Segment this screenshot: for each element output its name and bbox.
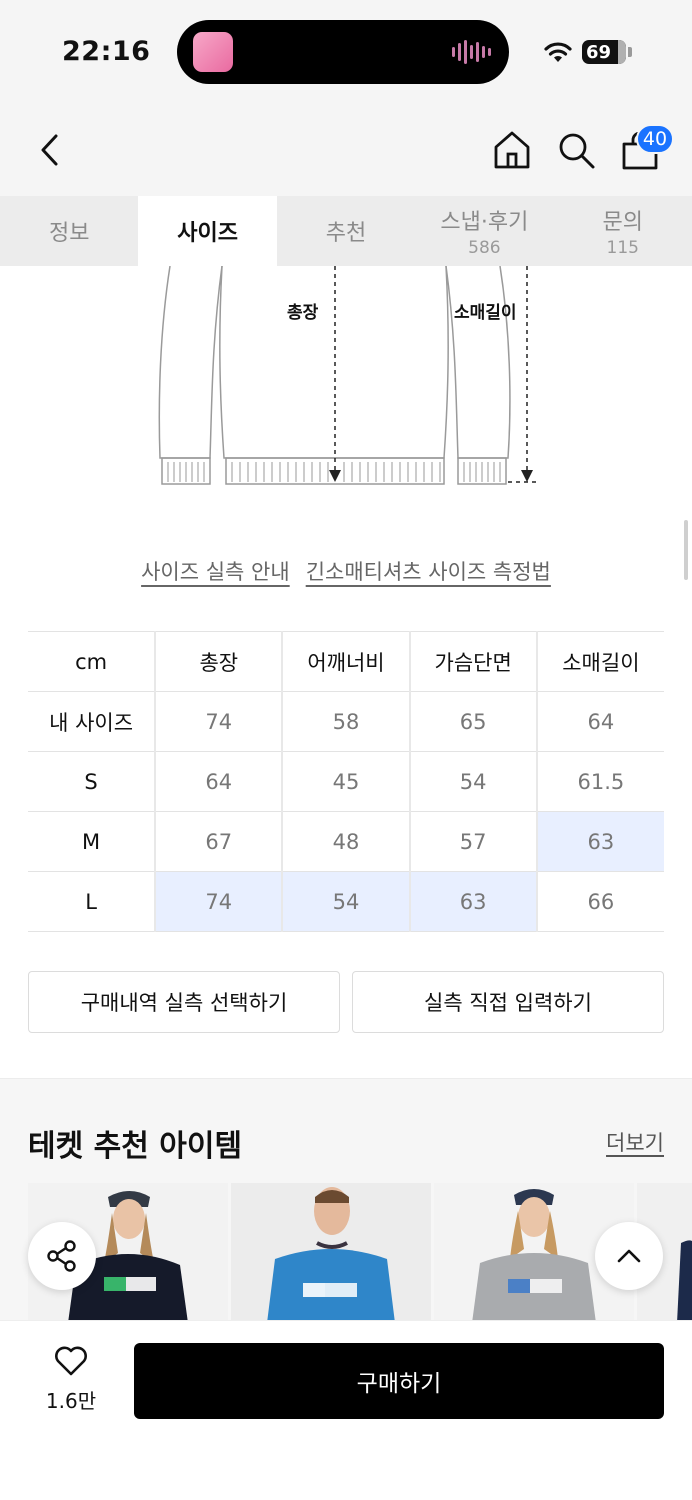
like-count: 1.6만 bbox=[45, 1389, 97, 1413]
back-icon[interactable] bbox=[36, 132, 66, 168]
table-cell-highlighted: 74 bbox=[154, 871, 283, 932]
table-cell: 61.5 bbox=[535, 751, 664, 812]
recommend-title: 테켓 추천 아이템 bbox=[28, 1129, 243, 1164]
measure-method-link[interactable]: 긴소매티셔츠 사이즈 측정법 bbox=[306, 556, 551, 586]
table-cell: 58 bbox=[281, 691, 410, 752]
audio-wave-icon bbox=[452, 40, 491, 64]
cart-count-badge: 40 bbox=[636, 124, 674, 154]
size-guide-link[interactable]: 사이즈 실측 안내 bbox=[141, 556, 290, 586]
table-row: M 67 48 57 63 bbox=[28, 811, 664, 872]
status-bar: 22:16 69 bbox=[0, 0, 692, 104]
row-label: M bbox=[28, 811, 156, 872]
tab-label: 추천 bbox=[325, 221, 367, 246]
product-image-blue-tee bbox=[267, 1187, 395, 1323]
row-label: L bbox=[28, 871, 156, 932]
app-icon bbox=[193, 32, 233, 72]
tab-bar: 정보 사이즈 추천 스냅·후기 586 문의 115 bbox=[0, 196, 692, 266]
battery-level: 69 bbox=[586, 41, 612, 63]
top-nav bbox=[0, 104, 692, 196]
tab-snap-review[interactable]: 스냅·후기 586 bbox=[415, 196, 553, 266]
table-row: 내 사이즈 74 58 65 64 bbox=[28, 691, 664, 752]
table-cell-highlighted: 63 bbox=[408, 871, 537, 932]
manual-measure-input-button[interactable]: 실측 직접 입력하기 bbox=[352, 971, 664, 1033]
table-cell-highlighted: 63 bbox=[535, 811, 664, 872]
purchase-history-measure-button[interactable]: 구매내역 실측 선택하기 bbox=[28, 971, 340, 1033]
table-cell-highlighted: 54 bbox=[281, 871, 410, 932]
table-header: 가슴단면 bbox=[408, 631, 537, 692]
tab-label: 스냅·후기 bbox=[440, 210, 529, 235]
sweatshirt-illustration bbox=[158, 265, 538, 485]
chevron-up-icon bbox=[617, 1249, 641, 1263]
table-cell: 74 bbox=[154, 691, 283, 752]
tab-label: 정보 bbox=[48, 221, 90, 246]
tab-label: 사이즈 bbox=[177, 221, 238, 246]
table-cell: 66 bbox=[535, 871, 664, 932]
share-button[interactable] bbox=[28, 1222, 96, 1290]
tab-label: 문의 bbox=[602, 210, 643, 235]
search-icon[interactable] bbox=[556, 130, 596, 170]
table-cell: 48 bbox=[281, 811, 410, 872]
table-cell: 54 bbox=[408, 751, 537, 812]
scroll-top-button[interactable] bbox=[595, 1222, 663, 1290]
status-time: 22:16 bbox=[62, 36, 151, 67]
row-label: S bbox=[28, 751, 156, 812]
heart-icon bbox=[55, 1346, 87, 1376]
size-diagram: 총장 소매길이 bbox=[0, 265, 692, 506]
table-cell: 45 bbox=[281, 751, 410, 812]
size-guide-links: 사이즈 실측 안내 긴소매티셔츠 사이즈 측정법 bbox=[0, 556, 692, 586]
row-label: 내 사이즈 bbox=[28, 691, 156, 752]
table-row: L 74 54 63 66 bbox=[28, 871, 664, 932]
dynamic-island bbox=[177, 20, 509, 84]
home-icon[interactable] bbox=[492, 130, 532, 170]
battery-indicator: 69 bbox=[582, 40, 632, 64]
table-header: 총장 bbox=[154, 631, 283, 692]
table-cell: 65 bbox=[408, 691, 537, 752]
sleeve-length-label: 소매길이 bbox=[454, 303, 517, 323]
table-cell: 64 bbox=[154, 751, 283, 812]
table-cell: 64 bbox=[535, 691, 664, 752]
table-header: 소매길이 bbox=[535, 631, 664, 692]
table-cell: 67 bbox=[154, 811, 283, 872]
tab-inquiry[interactable]: 문의 115 bbox=[554, 196, 692, 266]
table-cell: 57 bbox=[408, 811, 537, 872]
tab-recommend[interactable]: 추천 bbox=[277, 196, 415, 266]
length-label: 총장 bbox=[287, 303, 319, 323]
table-header: cm bbox=[28, 631, 156, 692]
table-header: 어깨너비 bbox=[281, 631, 410, 692]
measure-buttons: 구매내역 실측 선택하기 실측 직접 입력하기 bbox=[28, 971, 664, 1033]
tab-count: 115 bbox=[606, 238, 639, 258]
buy-button[interactable]: 구매하기 bbox=[134, 1343, 664, 1419]
share-icon bbox=[47, 1240, 76, 1272]
wifi-icon bbox=[544, 42, 572, 62]
tab-count: 586 bbox=[468, 238, 501, 258]
table-row: S 64 45 54 61.5 bbox=[28, 751, 664, 812]
product-thumbnail[interactable] bbox=[231, 1183, 431, 1323]
table-header-row: cm 총장 어깨너비 가슴단면 소매길이 bbox=[28, 631, 664, 692]
tab-info[interactable]: 정보 bbox=[0, 196, 138, 266]
tab-size[interactable]: 사이즈 bbox=[138, 196, 277, 266]
like-button[interactable]: 1.6만 bbox=[36, 1345, 106, 1414]
bottom-purchase-bar: 1.6만 구매하기 bbox=[0, 1320, 692, 1500]
size-table: cm 총장 어깨너비 가슴단면 소매길이 내 사이즈 74 58 65 64 S… bbox=[28, 631, 664, 932]
see-more-link[interactable]: 더보기 bbox=[606, 1127, 664, 1157]
